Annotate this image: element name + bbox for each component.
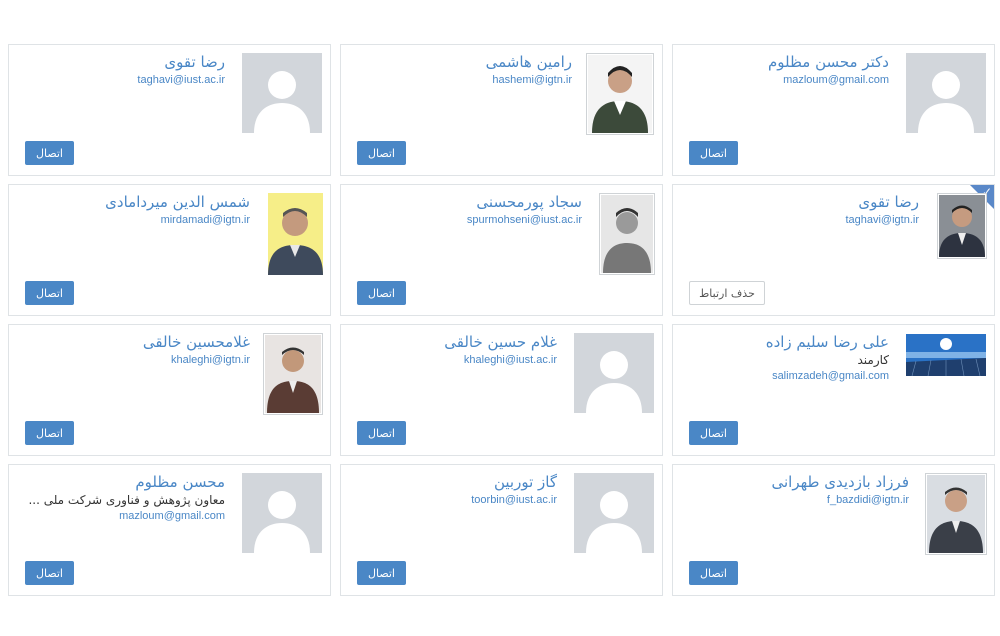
contact-card: غلام حسین خالقی khaleghi@iust.ac.ir اتصا… bbox=[340, 324, 663, 456]
contact-info: غلامحسین خالقی khaleghi@igtn.ir bbox=[143, 332, 250, 368]
contact-card: سجاد پورمحسنی spurmohseni@iust.ac.ir اتص… bbox=[340, 184, 663, 316]
avatar-placeholder-icon bbox=[574, 333, 654, 413]
contact-photo bbox=[937, 193, 987, 259]
contact-name[interactable]: رامین هاشمی bbox=[486, 52, 572, 72]
contact-role: معاون پژوهش و فناوری شرکت ملی ... bbox=[28, 493, 225, 507]
connect-button[interactable]: اتصال bbox=[357, 141, 406, 165]
avatar-placeholder-icon bbox=[242, 473, 322, 553]
contact-email[interactable]: taghavi@iust.ac.ir bbox=[137, 72, 225, 88]
contact-email[interactable]: f_bazdidi@igtn.ir bbox=[771, 492, 909, 508]
contact-info: شمس الدین میردامادی mirdamadi@igtn.ir bbox=[105, 192, 250, 228]
contact-name[interactable]: غلام حسین خالقی bbox=[444, 332, 557, 352]
contact-card: گاز توربین toorbin@iust.ac.ir اتصال bbox=[340, 464, 663, 596]
connect-button[interactable]: اتصال bbox=[357, 421, 406, 445]
contact-card: علی رضا سلیم زاده کارمند salimzadeh@gmai… bbox=[672, 324, 995, 456]
contact-info: دکتر محسن مظلوم mazloum@gmail.com bbox=[768, 52, 889, 88]
contact-name[interactable]: غلامحسین خالقی bbox=[143, 332, 250, 352]
connect-button[interactable]: اتصال bbox=[689, 421, 738, 445]
contact-email[interactable]: mazloum@gmail.com bbox=[768, 72, 889, 88]
contact-card: غلامحسین خالقی khaleghi@igtn.ir اتصال bbox=[8, 324, 331, 456]
contact-name[interactable]: گاز توربین bbox=[471, 472, 557, 492]
contact-card: فرزاد بازدیدی طهرانی f_bazdidi@igtn.ir ا… bbox=[672, 464, 995, 596]
contact-photo bbox=[263, 333, 323, 415]
contact-info: علی رضا سلیم زاده کارمند salimzadeh@gmai… bbox=[766, 332, 889, 384]
contact-name[interactable]: شمس الدین میردامادی bbox=[105, 192, 250, 212]
contact-email[interactable]: mirdamadi@igtn.ir bbox=[105, 212, 250, 228]
contact-card: شمس الدین میردامادی mirdamadi@igtn.ir ات… bbox=[8, 184, 331, 316]
connect-button[interactable]: اتصال bbox=[689, 141, 738, 165]
contact-info: غلام حسین خالقی khaleghi@iust.ac.ir bbox=[444, 332, 557, 368]
contact-email[interactable]: spurmohseni@iust.ac.ir bbox=[467, 212, 582, 228]
avatar-placeholder-icon bbox=[574, 473, 654, 553]
contact-name[interactable]: رضا تقوی bbox=[845, 192, 919, 212]
contact-email[interactable]: khaleghi@iust.ac.ir bbox=[444, 352, 557, 368]
contact-photo bbox=[925, 473, 987, 555]
contact-name[interactable]: دکتر محسن مظلوم bbox=[768, 52, 889, 72]
contact-email[interactable]: hashemi@igtn.ir bbox=[486, 72, 572, 88]
contact-info: رضا تقوی taghavi@igtn.ir bbox=[845, 192, 919, 228]
contact-name[interactable]: محسن مظلوم bbox=[28, 472, 225, 492]
avatar-placeholder-icon bbox=[906, 53, 986, 133]
contact-info: گاز توربین toorbin@iust.ac.ir bbox=[471, 472, 557, 508]
contact-info: رامین هاشمی hashemi@igtn.ir bbox=[486, 52, 572, 88]
contact-info: محسن مظلوم معاون پژوهش و فناوری شرکت ملی… bbox=[28, 472, 225, 524]
connect-button[interactable]: اتصال bbox=[25, 421, 74, 445]
connect-button[interactable]: اتصال bbox=[25, 561, 74, 585]
connect-button[interactable]: اتصال bbox=[25, 281, 74, 305]
contact-email[interactable]: taghavi@igtn.ir bbox=[845, 212, 919, 228]
disconnect-button[interactable]: حذف ارتباط bbox=[689, 281, 765, 305]
contact-info: رضا تقوی taghavi@iust.ac.ir bbox=[137, 52, 225, 88]
contacts-grid: رضا تقوی taghavi@iust.ac.ir اتصال رامین … bbox=[8, 44, 995, 596]
contact-card: دکتر محسن مظلوم mazloum@gmail.com اتصال bbox=[672, 44, 995, 176]
contact-role: کارمند bbox=[857, 353, 889, 367]
contact-card: محسن مظلوم معاون پژوهش و فناوری شرکت ملی… bbox=[8, 464, 331, 596]
contact-name[interactable]: رضا تقوی bbox=[137, 52, 225, 72]
contact-photo bbox=[586, 53, 654, 135]
contact-info: فرزاد بازدیدی طهرانی f_bazdidi@igtn.ir bbox=[771, 472, 909, 508]
connect-button[interactable]: اتصال bbox=[357, 561, 406, 585]
contact-photo bbox=[268, 193, 323, 275]
connect-button[interactable]: اتصال bbox=[357, 281, 406, 305]
connect-button[interactable]: اتصال bbox=[689, 561, 738, 585]
contact-name[interactable]: سجاد پورمحسنی bbox=[467, 192, 582, 212]
contact-email[interactable]: salimzadeh@gmail.com bbox=[766, 368, 889, 384]
contact-email[interactable]: khaleghi@igtn.ir bbox=[143, 352, 250, 368]
contact-email[interactable]: toorbin@iust.ac.ir bbox=[471, 492, 557, 508]
contact-card: رامین هاشمی hashemi@igtn.ir اتصال bbox=[340, 44, 663, 176]
contact-name[interactable]: فرزاد بازدیدی طهرانی bbox=[771, 472, 909, 492]
contact-photo bbox=[599, 193, 655, 275]
contact-card: رضا تقوی taghavi@iust.ac.ir اتصال bbox=[8, 44, 331, 176]
avatar-placeholder-icon bbox=[242, 53, 322, 133]
contact-email[interactable]: mazloum@gmail.com bbox=[28, 508, 225, 524]
connect-button[interactable]: اتصال bbox=[25, 141, 74, 165]
contact-info: سجاد پورمحسنی spurmohseni@iust.ac.ir bbox=[467, 192, 582, 228]
contact-name[interactable]: علی رضا سلیم زاده bbox=[766, 332, 889, 352]
solar-panel-photo bbox=[906, 334, 986, 376]
contact-card-connected: ✓ رضا تقوی taghavi@igtn.ir حذف ارتباط bbox=[672, 184, 995, 316]
